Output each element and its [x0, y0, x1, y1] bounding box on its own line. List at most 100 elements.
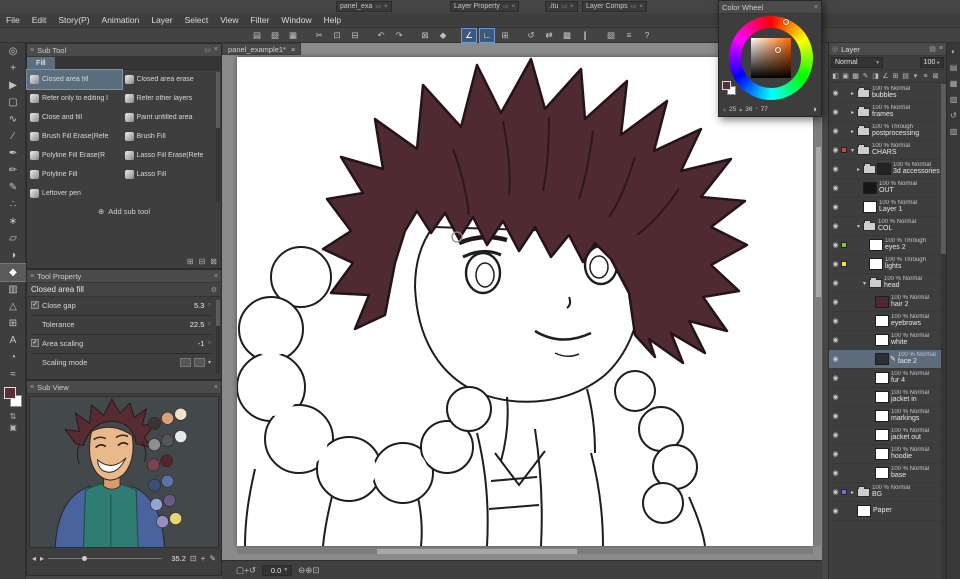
subview-color-swatch[interactable] — [164, 494, 176, 506]
floating-window-caption[interactable]: Layer Property▭× — [450, 1, 519, 12]
show-grid-icon[interactable]: ▩ — [560, 29, 574, 42]
layer-tab-label[interactable]: Layer — [841, 45, 860, 54]
layer-row[interactable]: ◉100 % Througheyes 2 — [829, 236, 941, 255]
new-canvas-icon[interactable]: ▤ — [250, 29, 264, 42]
help-button-icon[interactable]: ? — [640, 29, 654, 42]
sv-cursor[interactable] — [775, 47, 781, 53]
brush-tool-icon[interactable]: ✎ — [0, 179, 26, 196]
layer-visibility-eye-icon[interactable]: ◉ — [831, 222, 840, 230]
swap-colors-icon[interactable]: ⇅ — [0, 411, 26, 422]
dropdown-caret-icon[interactable]: ▾ — [208, 359, 211, 366]
layer-visibility-eye-icon[interactable]: ◉ — [831, 469, 840, 477]
layer-visibility-eye-icon[interactable]: ◉ — [831, 146, 840, 154]
scaling-mode-option-a[interactable] — [180, 358, 191, 367]
close-icon[interactable]: × — [639, 4, 643, 10]
layer-visibility-eye-icon[interactable]: ◉ — [831, 450, 840, 458]
redo-icon[interactable]: ↷ — [392, 29, 406, 42]
fit-to-screen-icon[interactable]: ⊡ — [312, 565, 319, 575]
subtool-item[interactable]: Polyline Fill Erase(R — [27, 146, 122, 165]
figure-tool-icon[interactable]: △ — [0, 298, 26, 315]
expander-arrow-icon[interactable]: ▾ — [855, 223, 862, 230]
layer-row[interactable]: ◉▸100 % Normalbubbles — [829, 84, 941, 103]
layer-row[interactable]: ◉Paper — [829, 502, 941, 521]
layer-row[interactable]: ◉100 % NormalOUT — [829, 179, 941, 198]
layer-visibility-eye-icon[interactable]: ◉ — [831, 393, 840, 401]
menu-animation[interactable]: Animation — [96, 15, 146, 25]
fill-area-icon[interactable]: ◆ — [436, 29, 450, 42]
subtool-scrollbar[interactable] — [216, 72, 220, 202]
panel-menu-icon[interactable]: ≡ — [939, 45, 943, 53]
subview-color-swatch[interactable] — [160, 455, 172, 467]
subtool-item[interactable]: Brush Fill Erase(Refe — [27, 127, 122, 146]
previous-image-icon[interactable]: ◂ — [32, 554, 36, 563]
layer-visibility-eye-icon[interactable]: ◉ — [831, 127, 840, 135]
subtool-item[interactable]: Polyline Fill — [27, 165, 122, 184]
subview-color-swatch[interactable] — [161, 412, 173, 424]
subview-color-swatch[interactable] — [147, 459, 159, 471]
eyedropper-tool-icon[interactable]: ∕ — [0, 128, 26, 145]
opacity-field[interactable]: 100 ▸ — [920, 57, 944, 68]
subview-zoom-slider[interactable] — [48, 558, 162, 559]
canvas-horizontal-scrollbar[interactable] — [237, 549, 813, 554]
scaling-mode-option-b[interactable] — [194, 358, 205, 367]
value-stepper-icon[interactable]: ○ — [207, 302, 211, 308]
layer-row[interactable]: ◉100 % Normaljacket out — [829, 426, 941, 445]
tool-property-row[interactable]: Scaling mode▾ — [31, 356, 211, 368]
subview-color-swatch[interactable] — [148, 479, 160, 491]
subtool-item[interactable]: Closed area erase — [122, 70, 217, 89]
subview-color-swatch[interactable] — [150, 498, 162, 510]
search-icon[interactable]: ◎ — [832, 45, 838, 53]
merge-down-icon[interactable]: ≡ — [921, 73, 930, 80]
transfer-down-icon[interactable]: ▾ — [911, 72, 920, 80]
layer-row[interactable]: ◉100 % Normaljacket in — [829, 388, 941, 407]
minimize-icon[interactable]: ▭ — [631, 3, 637, 10]
layer-row[interactable]: ◉100 % NormalLayer 1 — [829, 198, 941, 217]
rotate-canvas-icon[interactable]: ↺ — [249, 565, 256, 575]
color-wheel-titlebar[interactable]: Color Wheel × — [719, 1, 821, 14]
layer-row[interactable]: ◉100 % Normaleyebrows — [829, 312, 941, 331]
expander-arrow-icon[interactable]: ▸ — [855, 166, 862, 173]
frame-border-tool-icon[interactable]: ⊞ — [0, 315, 26, 332]
ruler-layer-icon[interactable]: ∠ — [881, 72, 890, 80]
property-slider[interactable] — [31, 330, 211, 335]
color-wheel-dock-icon[interactable]: ◐ — [951, 47, 956, 56]
minimize-icon[interactable]: ▭ — [375, 3, 381, 10]
canvas-tab-close-icon[interactable]: × — [291, 45, 295, 54]
new-raster-layer-icon[interactable]: ⊞ — [891, 72, 900, 80]
new-layer-folder-icon[interactable]: ▤ — [901, 72, 910, 80]
layer-row[interactable]: ◉100 % Normalwhite — [829, 331, 941, 350]
value-stepper-icon[interactable]: ○ — [207, 340, 211, 346]
layer-visibility-eye-icon[interactable]: ◉ — [831, 317, 840, 325]
close-icon[interactable]: × — [214, 384, 218, 391]
subtool-item[interactable]: Leftover pen — [27, 184, 122, 203]
menu-edit[interactable]: Edit — [26, 15, 53, 25]
subtool-group-tab-fill[interactable]: Fill — [27, 57, 55, 69]
layer-row[interactable]: ◉100 % Normalfur 4 — [829, 369, 941, 388]
tool-property-row[interactable]: ✓Close gap5.3○ — [31, 299, 211, 311]
eyedrop-toggle-icon[interactable]: ✎ — [209, 554, 216, 563]
close-icon[interactable]: × — [512, 4, 516, 10]
fill-tool-icon[interactable]: ◆ — [0, 264, 26, 281]
minimize-icon[interactable]: ▭ — [204, 46, 211, 54]
text-tool-icon[interactable]: A — [0, 332, 26, 349]
menu-layer[interactable]: Layer — [145, 15, 178, 25]
layer-row[interactable]: ◉✎100 % Normalface 2 — [829, 350, 941, 369]
new-subtool-icon[interactable]: ⊞ — [187, 257, 194, 266]
menu-help[interactable]: Help — [318, 15, 347, 25]
expander-arrow-icon[interactable]: ▸ — [849, 90, 856, 97]
layer-visibility-eye-icon[interactable]: ◉ — [831, 488, 840, 496]
layer-visibility-eye-icon[interactable]: ◉ — [831, 203, 840, 211]
expander-arrow-icon[interactable]: ▸ — [849, 109, 856, 116]
save-file-icon[interactable]: ▦ — [286, 29, 300, 42]
duplicate-subtool-icon[interactable]: ⊟ — [199, 257, 206, 266]
subtool-item[interactable]: Closed area fill — [27, 70, 122, 89]
property-slider[interactable] — [31, 349, 211, 354]
layer-visibility-eye-icon[interactable]: ◉ — [831, 374, 840, 382]
subview-color-swatch[interactable] — [161, 434, 173, 446]
delete-subtool-icon[interactable]: ⊠ — [210, 257, 217, 266]
property-slider[interactable] — [31, 311, 211, 316]
layer-visibility-eye-icon[interactable]: ◉ — [831, 184, 840, 192]
operation-tool-icon[interactable]: ▶ — [0, 77, 26, 94]
layer-mask-icon[interactable]: ◨ — [871, 72, 880, 80]
pen-tool-icon[interactable]: ✒ — [0, 145, 26, 162]
